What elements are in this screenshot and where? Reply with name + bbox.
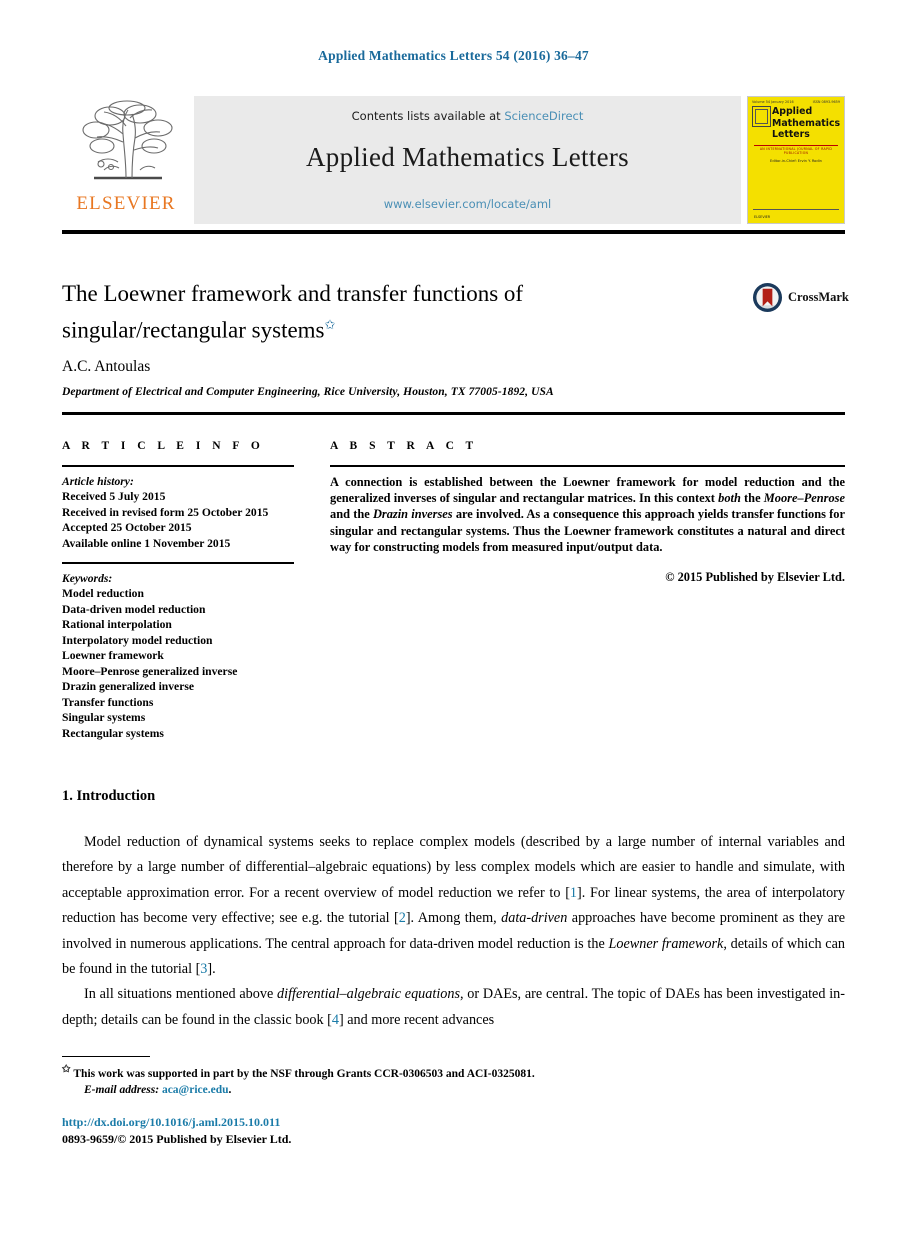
article-info-top-rule xyxy=(62,412,845,415)
abstract-heading-rule xyxy=(330,465,845,467)
elsevier-tree-icon xyxy=(82,100,173,180)
page-title: The Loewner framework and transfer funct… xyxy=(62,278,682,346)
body-seg: In all situations mentioned above xyxy=(84,986,278,1003)
article-history-item: Received 5 July 2015 xyxy=(62,490,166,504)
sciencedirect-link[interactable]: ScienceDirect xyxy=(504,109,583,123)
email-link[interactable]: aca@rice.edu xyxy=(162,1084,229,1096)
body-seg: ]. xyxy=(207,961,216,978)
abstract-column: A B S T R A C T A connection is establis… xyxy=(330,440,845,585)
body-paragraph-2: In all situations mentioned above differ… xyxy=(62,982,845,1033)
body-paragraph-1: Model reduction of dynamical systems see… xyxy=(62,830,845,982)
citation-link-2[interactable]: 2 xyxy=(399,910,406,926)
article-history-item: Accepted 25 October 2015 xyxy=(62,521,192,535)
body-text: Model reduction of dynamical systems see… xyxy=(62,830,845,1033)
footer-doi-block: http://dx.doi.org/10.1016/j.aml.2015.10.… xyxy=(62,1114,291,1147)
article-history-item: Available online 1 November 2015 xyxy=(62,536,231,550)
footnote-block: ✩ This work was supported in part by the … xyxy=(62,1062,762,1099)
doi-link[interactable]: http://dx.doi.org/10.1016/j.aml.2015.10.… xyxy=(62,1114,291,1131)
keyword-item: Rectangular systems xyxy=(62,726,164,740)
email-label: E-mail address: xyxy=(84,1084,160,1097)
body-emph-loewner-framework: Loewner framework xyxy=(608,935,724,952)
cover-volume-line: Volume 54 January 2016 xyxy=(752,100,794,104)
abstract-seg: the xyxy=(740,491,764,505)
cover-bottom-divider xyxy=(753,209,839,210)
page-title-text: The Loewner framework and transfer funct… xyxy=(62,281,524,343)
keyword-item: Transfer functions xyxy=(62,695,154,709)
abstract-seg: and the xyxy=(330,507,373,522)
cover-editor-line: Editor-in-Chief: Ervin Y. Rodin xyxy=(770,159,822,163)
footnote-email-line: E-mail address: aca@rice.edu. xyxy=(84,1082,762,1099)
keyword-item: Model reduction xyxy=(62,587,144,601)
title-footnote-marker[interactable]: ✩ xyxy=(325,317,336,332)
journal-masthead: ELSEVIER Contents lists available at Sci… xyxy=(62,96,845,224)
keyword-item: Loewner framework xyxy=(62,649,164,663)
contents-available-line: Contents lists available at ScienceDirec… xyxy=(352,109,584,123)
article-history-label: Article history: xyxy=(62,474,134,488)
email-period: . xyxy=(228,1084,232,1097)
abstract-emph-drazin: Drazin inverses xyxy=(372,507,453,522)
author-name: A.C. Antoulas xyxy=(62,358,151,375)
body-emph-dae: differential–algebraic equations xyxy=(277,986,460,1003)
keyword-item: Moore–Penrose generalized inverse xyxy=(62,664,238,678)
cover-divider xyxy=(754,145,838,146)
masthead-bottom-rule xyxy=(62,230,845,234)
running-head: Applied Mathematics Letters 54 (2016) 36… xyxy=(318,48,589,63)
crossmark-badge[interactable]: CrossMark xyxy=(752,282,849,313)
author-affiliation: Department of Electrical and Computer En… xyxy=(62,386,554,398)
cover-topbar: Volume 54 January 2016 ISSN 0893-9659 xyxy=(748,97,844,104)
issn-copyright-line: 0893-9659/© 2015 Published by Elsevier L… xyxy=(62,1131,292,1146)
keyword-item: Rational interpolation xyxy=(62,618,172,632)
elsevier-wordmark: ELSEVIER xyxy=(76,193,176,214)
cover-title-line1: Applied xyxy=(772,106,813,117)
journal-cover-thumbnail[interactable]: Volume 54 January 2016 ISSN 0893-9659 Ap… xyxy=(747,96,845,224)
crossmark-label: CrossMark xyxy=(788,290,849,304)
abstract-text: A connection is established between the … xyxy=(330,474,845,556)
elsevier-logo: ELSEVIER xyxy=(62,96,190,224)
citation-link-1[interactable]: 1 xyxy=(570,885,577,901)
article-info-separator xyxy=(62,562,294,564)
contents-prefix: Contents lists available at xyxy=(351,109,505,123)
footnote-marker: ✩ xyxy=(62,1064,71,1075)
crossmark-icon xyxy=(752,282,783,313)
abstract-heading: A B S T R A C T xyxy=(330,440,478,452)
cover-title-line2: Mathematics xyxy=(772,117,841,129)
article-info-heading-rule xyxy=(62,465,294,467)
section-heading-introduction: 1. Introduction xyxy=(62,788,156,804)
cover-publisher-badge xyxy=(752,106,771,127)
paper-page: Applied Mathematics Letters 54 (2016) 36… xyxy=(0,0,907,1238)
cover-issn-line: ISSN 0893-9659 xyxy=(812,100,840,104)
keyword-item: Data-driven model reduction xyxy=(62,602,206,616)
cover-subtitle: AN INTERNATIONAL JOURNAL OF RAPID PUBLIC… xyxy=(759,147,833,155)
body-seg: ] and more recent advances xyxy=(338,1011,495,1028)
cover-title: Applied Mathematics Letters xyxy=(772,106,840,141)
body-seg: ]. Among them, xyxy=(405,910,502,927)
abstract-emph-moore-penrose: Moore–Penrose xyxy=(763,491,845,505)
footnote-text: This work was supported in part by the N… xyxy=(73,1067,535,1080)
journal-homepage-link[interactable]: www.elsevier.com/locate/aml xyxy=(384,197,552,211)
keywords-label: Keywords: xyxy=(62,571,113,585)
article-history-item: Received in revised form 25 October 2015 xyxy=(62,505,269,519)
keyword-item: Interpolatory model reduction xyxy=(62,633,213,647)
abstract-emph-both: both xyxy=(718,491,741,505)
article-info-column: A R T I C L E I N F O Article history: R… xyxy=(62,440,294,741)
abstract-copyright: © 2015 Published by Elsevier Ltd. xyxy=(665,569,845,584)
citation-link-4[interactable]: 4 xyxy=(332,1012,339,1028)
masthead-center: Contents lists available at ScienceDirec… xyxy=(194,96,741,224)
title-block: The Loewner framework and transfer funct… xyxy=(62,278,682,346)
body-emph-data-driven: data-driven xyxy=(501,910,568,927)
cover-publisher-footer: ELSEVIER xyxy=(754,215,771,219)
journal-title: Applied Mathematics Letters xyxy=(305,142,629,172)
cover-title-line3: Letters xyxy=(772,129,810,141)
keyword-item: Singular systems xyxy=(62,711,146,725)
article-info-heading: A R T I C L E I N F O xyxy=(62,440,265,452)
footnote-rule xyxy=(62,1056,150,1058)
keyword-item: Drazin generalized inverse xyxy=(62,680,195,694)
